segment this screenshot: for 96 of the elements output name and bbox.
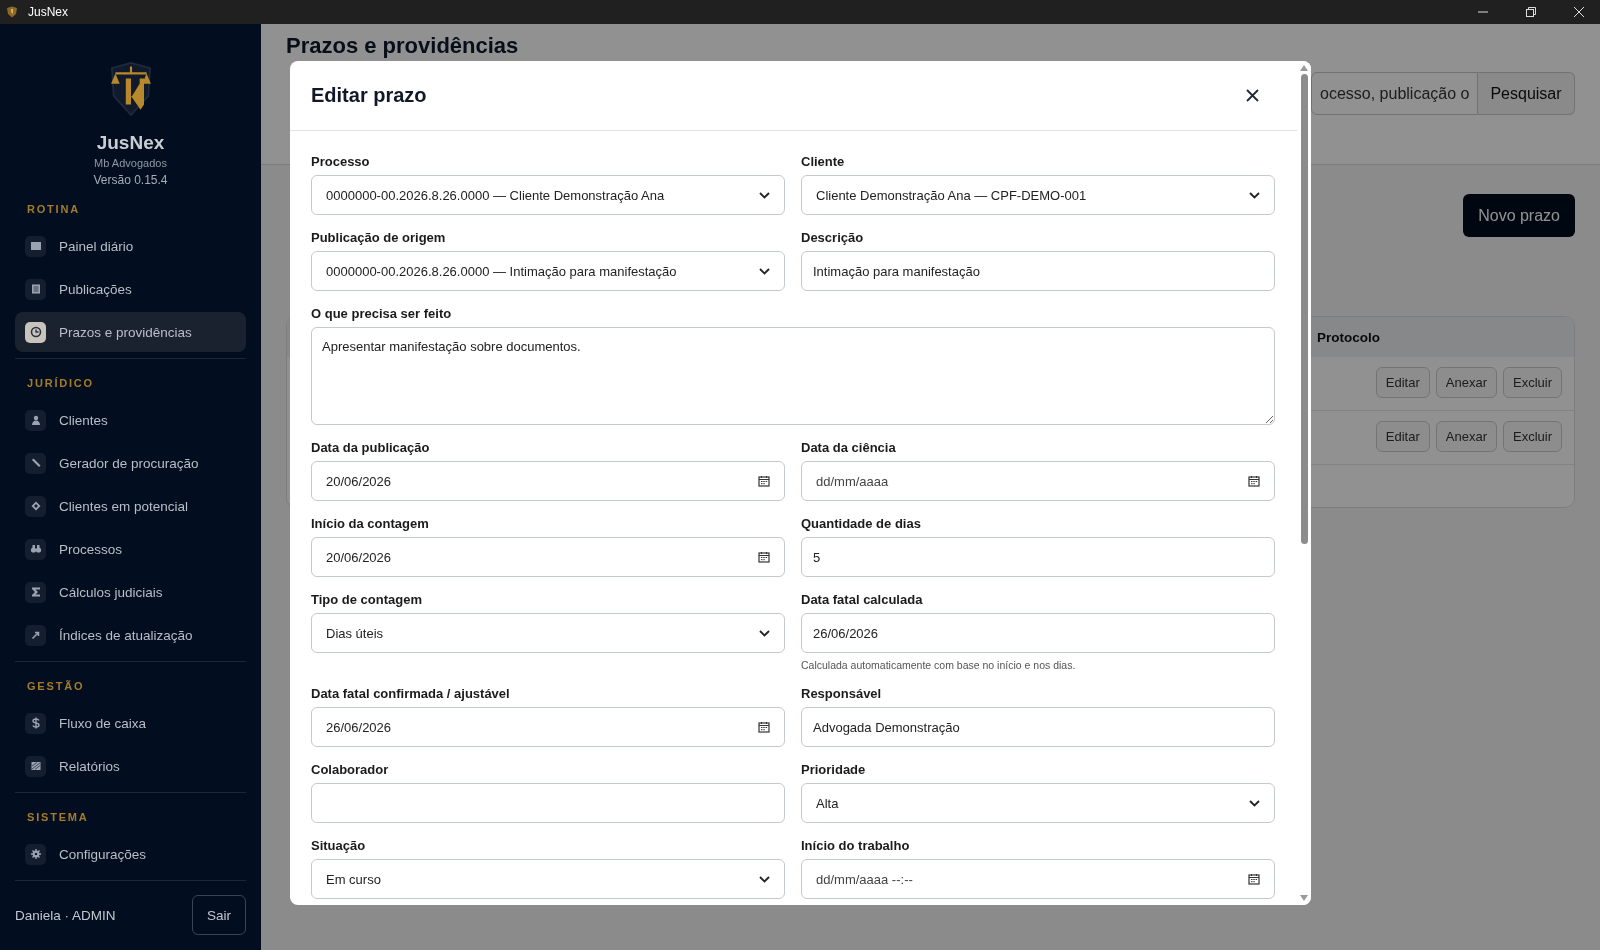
grid-icon	[25, 235, 46, 257]
dollar-icon	[25, 712, 46, 734]
field-label: Quantidade de dias	[801, 515, 922, 533]
input-field[interactable]	[311, 783, 785, 823]
select-field[interactable]: 0000000-00.2026.8.26.0000 — Intimação para manifestação	[311, 251, 785, 291]
field-label: Data da publicação	[311, 439, 431, 457]
nav-item[interactable]: Processos	[15, 529, 246, 569]
dialog-title: Editar prazo	[311, 84, 427, 107]
input-field[interactable]: 5	[801, 537, 1275, 577]
field-label: Cliente	[801, 153, 846, 171]
field-label: Início do trabalho	[801, 837, 911, 855]
section-heading: ROTINA	[27, 203, 81, 215]
row-action-button[interactable]: Anexar	[1435, 421, 1497, 452]
person-icon	[25, 409, 46, 431]
field-label: Descrição	[801, 229, 865, 247]
binoculars-icon	[25, 538, 46, 560]
user-name: Daniela · ADMIN	[15, 907, 116, 923]
calendar-icon	[1248, 873, 1260, 885]
select-field[interactable]: Alta	[801, 783, 1275, 823]
calendar-icon	[758, 475, 770, 487]
new-deadline-button[interactable]: Novo prazo	[1463, 194, 1575, 237]
field-label: Responsável	[801, 685, 883, 703]
select-field[interactable]: Dias úteis	[311, 613, 785, 653]
field-label: Data fatal calculada	[801, 591, 924, 609]
field-label: Processo	[311, 153, 371, 171]
input-field[interactable]: Intimação para manifestação	[801, 251, 1275, 291]
row-action-button[interactable]: Excluir	[1503, 367, 1562, 398]
date-field[interactable]: 20/06/2026	[311, 461, 785, 501]
chevron-down-icon	[759, 267, 770, 275]
page-title: Prazos e providências	[286, 33, 519, 59]
chevron-down-icon	[759, 191, 770, 199]
firm-name: Mb Advogados	[94, 157, 167, 169]
scrollbar[interactable]	[1297, 61, 1311, 905]
window-title: JusNex	[28, 5, 68, 19]
restore-icon[interactable]	[1526, 7, 1536, 17]
search-field[interactable]: ocesso, publicação o	[1311, 72, 1478, 115]
version-label: Versão 0.15.4	[93, 173, 168, 187]
field-hint: Calculada automaticamente com base no início e nos dias.	[801, 659, 1077, 671]
field-label: O que precisa ser feito	[311, 305, 453, 323]
nav-item[interactable]: Publicações	[15, 269, 246, 309]
brand-name: JusNex	[96, 132, 165, 154]
field-label: Data da ciência	[801, 439, 897, 457]
list-icon	[25, 278, 46, 300]
input-field[interactable]: Advogada Demonstração	[801, 707, 1275, 747]
section-heading: JURÍDICO	[27, 377, 95, 389]
clock-icon	[25, 321, 46, 343]
field-label: Situação	[311, 837, 367, 855]
date-field[interactable]: 26/06/2026	[311, 707, 785, 747]
nav-item[interactable]: Configurações	[15, 834, 246, 874]
select-field[interactable]: Cliente Demonstração Ana — CPF-DEMO-001	[801, 175, 1275, 215]
nav-item[interactable]: Clientes	[15, 400, 246, 440]
date-field[interactable]: dd/mm/aaaa --:--	[801, 859, 1275, 899]
search-button[interactable]: Pesquisar	[1478, 72, 1575, 115]
date-field[interactable]: 20/06/2026	[311, 537, 785, 577]
section-heading: GESTÃO	[27, 680, 86, 692]
nav-item[interactable]: Gerador de procuração	[15, 443, 246, 483]
row-action-button[interactable]: Excluir	[1503, 421, 1562, 452]
sigma-icon	[25, 581, 46, 603]
nav-item[interactable]: Painel diário	[15, 226, 246, 266]
field-label: Colaborador	[311, 761, 390, 779]
chevron-down-icon	[1249, 799, 1260, 807]
app-icon	[6, 6, 18, 18]
calendar-icon	[758, 721, 770, 733]
chart-icon	[25, 755, 46, 777]
row-action-button[interactable]: Anexar	[1435, 367, 1497, 398]
field-label: Data fatal confirmada / ajustável	[311, 685, 511, 703]
close-icon[interactable]	[1246, 89, 1259, 102]
input-field[interactable]: 26/06/2026	[801, 613, 1275, 653]
nav-item[interactable]: Fluxo de caixa	[15, 703, 246, 743]
section-heading: SISTEMA	[27, 811, 90, 823]
scroll-up-icon[interactable]	[1300, 65, 1308, 71]
select-field[interactable]: 0000000-00.2026.8.26.0000 — Cliente Demonstração Ana	[311, 175, 785, 215]
calendar-icon	[758, 551, 770, 563]
pencil-icon	[25, 452, 46, 474]
field-label: Prioridade	[801, 761, 867, 779]
nav-item[interactable]: Índices de atualização	[15, 615, 246, 655]
column-header: Protocolo	[1317, 329, 1380, 345]
nav-item[interactable]: Prazos e providências	[15, 312, 246, 352]
logout-button[interactable]: Sair	[192, 895, 246, 935]
date-field[interactable]: dd/mm/aaaa	[801, 461, 1275, 501]
nav-item[interactable]: Relatórios	[15, 746, 246, 786]
calendar-icon	[1248, 475, 1260, 487]
gear-icon	[25, 843, 46, 865]
row-action-button[interactable]: Editar	[1375, 367, 1430, 398]
nav-item[interactable]: Clientes em potencial	[15, 486, 246, 526]
scroll-down-icon[interactable]	[1300, 895, 1308, 901]
row-action-button[interactable]: Editar	[1375, 421, 1430, 452]
field-label: Tipo de contagem	[311, 591, 423, 609]
chevron-down-icon	[759, 629, 770, 637]
text-area[interactable]: Apresentar manifestação sobre documentos.	[311, 327, 1275, 425]
chevron-down-icon	[759, 875, 770, 883]
nav-item[interactable]: Cálculos judiciais	[15, 572, 246, 612]
field-label: Início da contagem	[311, 515, 430, 533]
select-field[interactable]: Em curso	[311, 859, 785, 899]
chevron-down-icon	[1249, 191, 1260, 199]
field-label: Publicação de origem	[311, 229, 447, 247]
